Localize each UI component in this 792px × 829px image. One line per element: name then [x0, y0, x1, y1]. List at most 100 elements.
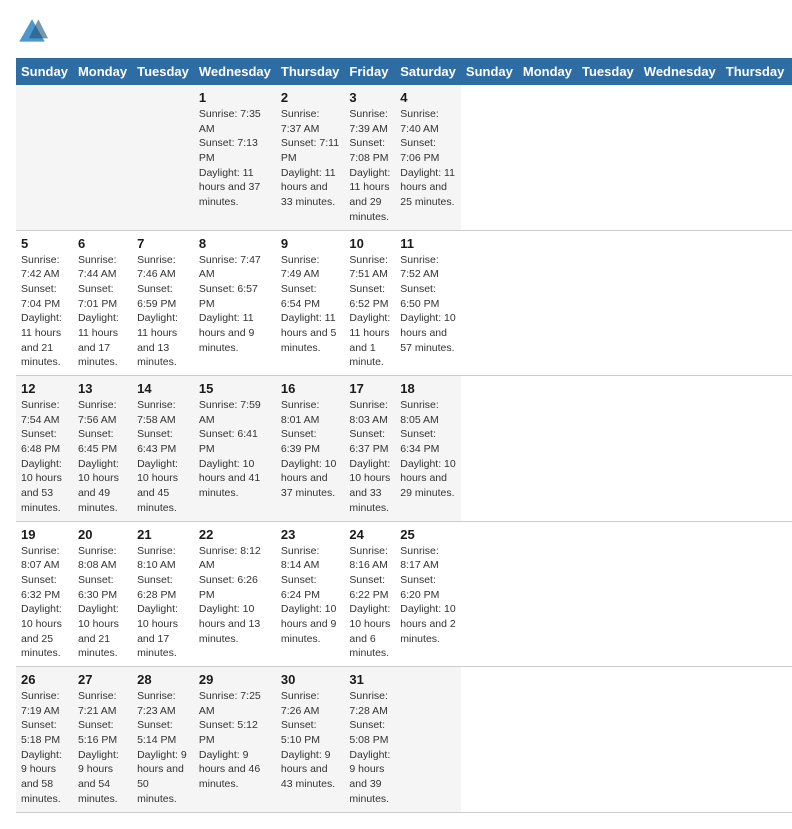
calendar-table: SundayMondayTuesdayWednesdayThursdayFrid… — [16, 58, 792, 813]
calendar-week-5: 26 Sunrise: 7:19 AM Sunset: 5:18 PM Dayli… — [16, 667, 792, 813]
logo — [16, 16, 52, 48]
column-header-thursday: Thursday — [721, 58, 790, 85]
calendar-cell: 16 Sunrise: 8:01 AM Sunset: 6:39 PM Dayli… — [276, 376, 345, 522]
calendar-cell: 12Sunrise: 7:54 AM Sunset: 6:48 PM Dayli… — [16, 376, 73, 522]
day-content: Sunrise: 7:52 AM Sunset: 6:50 PM Dayligh… — [400, 253, 456, 356]
day-content: Sunrise: 8:08 AM Sunset: 6:30 PM Dayligh… — [78, 544, 127, 662]
calendar-week-2: 5 Sunrise: 7:42 AM Sunset: 7:04 PM Daylig… — [16, 230, 792, 376]
day-content: Sunrise: 7:51 AM Sunset: 6:52 PM Dayligh… — [349, 253, 390, 371]
day-number: 22 — [199, 527, 271, 542]
day-content: Sunrise: 7:26 AM Sunset: 5:10 PM Dayligh… — [281, 689, 340, 792]
calendar-cell: 11 Sunrise: 7:52 AM Sunset: 6:50 PM Dayli… — [395, 230, 461, 376]
day-content: Sunrise: 7:28 AM Sunset: 5:08 PM Dayligh… — [349, 689, 390, 807]
day-number: 2 — [281, 90, 340, 105]
calendar-cell: 1 Sunrise: 7:35 AM Sunset: 7:13 PM Daylig… — [194, 85, 276, 230]
day-content: Sunrise: 7:25 AM Sunset: 5:12 PM Dayligh… — [199, 689, 271, 792]
calendar-cell: 31 Sunrise: 7:28 AM Sunset: 5:08 PM Dayli… — [344, 667, 395, 813]
day-content: Sunrise: 7:39 AM Sunset: 7:08 PM Dayligh… — [349, 107, 390, 225]
page-header — [16, 16, 776, 48]
day-content: Sunrise: 8:07 AM Sunset: 6:32 PM Dayligh… — [21, 544, 68, 662]
day-number: 10 — [349, 236, 390, 251]
calendar-cell — [73, 85, 132, 230]
day-content: Sunrise: 8:16 AM Sunset: 6:22 PM Dayligh… — [349, 544, 390, 662]
column-header-sunday: Sunday — [461, 58, 518, 85]
day-content: Sunrise: 7:47 AM Sunset: 6:57 PM Dayligh… — [199, 253, 271, 356]
day-number: 3 — [349, 90, 390, 105]
day-number: 21 — [137, 527, 189, 542]
day-content: Sunrise: 7:56 AM Sunset: 6:45 PM Dayligh… — [78, 398, 127, 516]
day-number: 5 — [21, 236, 68, 251]
calendar-cell: 7Sunrise: 7:46 AM Sunset: 6:59 PM Daylig… — [132, 230, 194, 376]
day-number: 24 — [349, 527, 390, 542]
day-number: 15 — [199, 381, 271, 396]
calendar-cell: 14 Sunrise: 7:58 AM Sunset: 6:43 PM Dayli… — [132, 376, 194, 522]
day-number: 27 — [78, 672, 127, 687]
day-number: 31 — [349, 672, 390, 687]
day-content: Sunrise: 8:05 AM Sunset: 6:34 PM Dayligh… — [400, 398, 456, 501]
calendar-week-3: 12Sunrise: 7:54 AM Sunset: 6:48 PM Dayli… — [16, 376, 792, 522]
day-content: Sunrise: 7:42 AM Sunset: 7:04 PM Dayligh… — [21, 253, 68, 371]
day-content: Sunrise: 7:49 AM Sunset: 6:54 PM Dayligh… — [281, 253, 340, 356]
calendar-cell: 17 Sunrise: 8:03 AM Sunset: 6:37 PM Dayli… — [344, 376, 395, 522]
calendar-cell — [395, 667, 461, 813]
day-number: 19 — [21, 527, 68, 542]
day-content: Sunrise: 7:37 AM Sunset: 7:11 PM Dayligh… — [281, 107, 340, 210]
calendar-cell: 26 Sunrise: 7:19 AM Sunset: 5:18 PM Dayli… — [16, 667, 73, 813]
calendar-cell — [132, 85, 194, 230]
calendar-cell: 19 Sunrise: 8:07 AM Sunset: 6:32 PM Dayli… — [16, 521, 73, 667]
calendar-cell: 30 Sunrise: 7:26 AM Sunset: 5:10 PM Dayli… — [276, 667, 345, 813]
calendar-week-1: 1 Sunrise: 7:35 AM Sunset: 7:13 PM Daylig… — [16, 85, 792, 230]
logo-icon — [16, 16, 48, 48]
calendar-cell: 5 Sunrise: 7:42 AM Sunset: 7:04 PM Daylig… — [16, 230, 73, 376]
calendar-cell: 23Sunrise: 8:14 AM Sunset: 6:24 PM Dayli… — [276, 521, 345, 667]
day-number: 1 — [199, 90, 271, 105]
day-content: Sunrise: 8:03 AM Sunset: 6:37 PM Dayligh… — [349, 398, 390, 516]
calendar-cell: 6Sunrise: 7:44 AM Sunset: 7:01 PM Daylig… — [73, 230, 132, 376]
day-content: Sunrise: 7:58 AM Sunset: 6:43 PM Dayligh… — [137, 398, 189, 516]
day-content: Sunrise: 8:17 AM Sunset: 6:20 PM Dayligh… — [400, 544, 456, 647]
column-header-tuesday: Tuesday — [132, 58, 194, 85]
column-header-tuesday: Tuesday — [577, 58, 639, 85]
day-content: Sunrise: 8:12 AM Sunset: 6:26 PM Dayligh… — [199, 544, 271, 647]
calendar-cell: 9 Sunrise: 7:49 AM Sunset: 6:54 PM Daylig… — [276, 230, 345, 376]
day-number: 25 — [400, 527, 456, 542]
day-number: 26 — [21, 672, 68, 687]
day-number: 30 — [281, 672, 340, 687]
day-content: Sunrise: 7:35 AM Sunset: 7:13 PM Dayligh… — [199, 107, 271, 210]
column-header-friday: Friday — [344, 58, 395, 85]
day-number: 11 — [400, 236, 456, 251]
day-number: 9 — [281, 236, 340, 251]
calendar-cell: 27 Sunrise: 7:21 AM Sunset: 5:16 PM Dayli… — [73, 667, 132, 813]
calendar-cell: 25 Sunrise: 8:17 AM Sunset: 6:20 PM Dayli… — [395, 521, 461, 667]
column-header-saturday: Saturday — [395, 58, 461, 85]
column-header-thursday: Thursday — [276, 58, 345, 85]
day-number: 8 — [199, 236, 271, 251]
day-number: 16 — [281, 381, 340, 396]
day-number: 23 — [281, 527, 340, 542]
calendar-header-row: SundayMondayTuesdayWednesdayThursdayFrid… — [16, 58, 792, 85]
column-header-wednesday: Wednesday — [194, 58, 276, 85]
day-number: 20 — [78, 527, 127, 542]
day-number: 17 — [349, 381, 390, 396]
day-number: 14 — [137, 381, 189, 396]
day-content: Sunrise: 8:01 AM Sunset: 6:39 PM Dayligh… — [281, 398, 340, 501]
day-content: Sunrise: 8:10 AM Sunset: 6:28 PM Dayligh… — [137, 544, 189, 662]
calendar-cell: 29Sunrise: 7:25 AM Sunset: 5:12 PM Dayli… — [194, 667, 276, 813]
calendar-cell: 13Sunrise: 7:56 AM Sunset: 6:45 PM Dayli… — [73, 376, 132, 522]
column-header-monday: Monday — [518, 58, 577, 85]
day-content: Sunrise: 7:40 AM Sunset: 7:06 PM Dayligh… — [400, 107, 456, 210]
calendar-cell: 18 Sunrise: 8:05 AM Sunset: 6:34 PM Dayli… — [395, 376, 461, 522]
day-number: 4 — [400, 90, 456, 105]
day-content: Sunrise: 7:59 AM Sunset: 6:41 PM Dayligh… — [199, 398, 271, 501]
calendar-cell: 10 Sunrise: 7:51 AM Sunset: 6:52 PM Dayli… — [344, 230, 395, 376]
day-content: Sunrise: 7:21 AM Sunset: 5:16 PM Dayligh… — [78, 689, 127, 807]
calendar-cell: 28Sunrise: 7:23 AM Sunset: 5:14 PM Dayli… — [132, 667, 194, 813]
calendar-cell: 24 Sunrise: 8:16 AM Sunset: 6:22 PM Dayli… — [344, 521, 395, 667]
day-number: 7 — [137, 236, 189, 251]
day-content: Sunrise: 7:19 AM Sunset: 5:18 PM Dayligh… — [21, 689, 68, 807]
day-number: 12 — [21, 381, 68, 396]
calendar-cell: 20 Sunrise: 8:08 AM Sunset: 6:30 PM Dayli… — [73, 521, 132, 667]
column-header-sunday: Sunday — [16, 58, 73, 85]
day-number: 18 — [400, 381, 456, 396]
calendar-cell: 15 Sunrise: 7:59 AM Sunset: 6:41 PM Dayli… — [194, 376, 276, 522]
